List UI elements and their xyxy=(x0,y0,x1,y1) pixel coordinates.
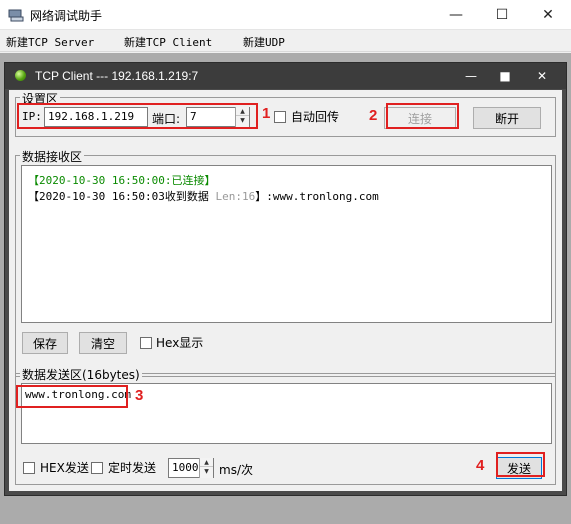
interval-unit-label: ms/次 xyxy=(219,463,253,477)
child-body: 设置区 IP: 192.168.1.219 端口: 7 ▲ ▼ 自动回传 连接 … xyxy=(9,90,562,491)
window-title: 网络调试助手 xyxy=(30,9,103,23)
maximize-button[interactable]: ☐ xyxy=(479,0,525,30)
child-minimize-button[interactable]: — xyxy=(460,67,482,85)
annotation-box-1 xyxy=(17,103,258,129)
connection-status-icon xyxy=(15,70,26,81)
receive-connected-time: 2020-10-30 16:50:00: xyxy=(39,174,172,187)
child-close-button[interactable]: ✕ xyxy=(531,67,553,85)
menu-new-tcp-server[interactable]: 新建TCP Server xyxy=(6,34,94,50)
menu-new-udp[interactable]: 新建UDP xyxy=(243,34,285,50)
annotation-box-4 xyxy=(496,452,545,477)
receive-connected-status: 已连接 xyxy=(171,174,205,187)
save-button[interactable]: 保存 xyxy=(22,332,68,354)
disconnect-button[interactable]: 断开 xyxy=(473,107,541,129)
receive-bracket-open: 【 xyxy=(28,174,39,187)
receive-text-area[interactable]: 【2020-10-30 16:50:00:已连接】 【2020-10-30 16… xyxy=(21,165,552,323)
annotation-box-3 xyxy=(16,385,128,408)
menu-bar: 新建TCP Server 新建TCP Client 新建UDP xyxy=(0,30,571,52)
receive-data-suffix: 】:www.tronlong.com xyxy=(255,190,379,203)
receive-line-connected: 【2020-10-30 16:50:00:已连接】 xyxy=(28,172,215,188)
interval-spinner[interactable]: ▲ ▼ xyxy=(199,458,213,478)
child-window-title: TCP Client --- 192.168.1.219:7 xyxy=(35,69,199,83)
auto-reply-label: 自动回传 xyxy=(291,110,340,124)
receive-legend: 数据接收区 xyxy=(20,148,85,165)
child-title-bar: TCP Client --- 192.168.1.219:7 — ■ ✕ xyxy=(5,63,566,89)
close-button[interactable]: ✕ xyxy=(525,0,571,30)
receive-data-length: Len:16 xyxy=(215,190,256,203)
annotation-mark-2: 2 xyxy=(369,107,378,124)
menu-new-tcp-client[interactable]: 新建TCP Client xyxy=(124,34,212,50)
minimize-button[interactable]: — xyxy=(433,0,479,30)
clear-button[interactable]: 清空 xyxy=(79,332,127,354)
title-bar: 网络调试助手 — ☐ ✕ xyxy=(0,0,571,30)
interval-value: 1000 xyxy=(172,461,199,474)
annotation-mark-3: 3 xyxy=(135,387,144,404)
send-legend: 数据发送区(16bytes) xyxy=(20,366,142,383)
timed-send-checkbox[interactable] xyxy=(91,462,103,474)
app-icon xyxy=(8,9,24,22)
interval-up-icon[interactable]: ▲ xyxy=(200,458,213,467)
timed-send-label: 定时发送 xyxy=(108,461,157,475)
receive-group: 数据接收区 【2020-10-30 16:50:00:已连接】 【2020-10… xyxy=(15,148,556,377)
child-maximize-button[interactable]: ■ xyxy=(494,67,516,85)
hex-send-checkbox[interactable] xyxy=(23,462,35,474)
annotation-mark-1: 1 xyxy=(262,105,271,122)
hex-display-label: Hex显示 xyxy=(156,336,204,350)
annotation-box-2 xyxy=(386,103,459,129)
interval-down-icon[interactable]: ▼ xyxy=(200,467,213,476)
receive-bracket-close: 】 xyxy=(204,174,216,187)
hex-send-label: HEX发送 xyxy=(40,461,89,475)
auto-reply-checkbox[interactable] xyxy=(274,111,286,123)
hex-display-checkbox[interactable] xyxy=(140,337,152,349)
receive-line-data: 【2020-10-30 16:50:03收到数据 Len:16】:www.tro… xyxy=(28,188,379,204)
receive-data-prefix: 【2020-10-30 16:50:03收到数据 xyxy=(28,190,216,203)
annotation-mark-4: 4 xyxy=(476,457,485,474)
